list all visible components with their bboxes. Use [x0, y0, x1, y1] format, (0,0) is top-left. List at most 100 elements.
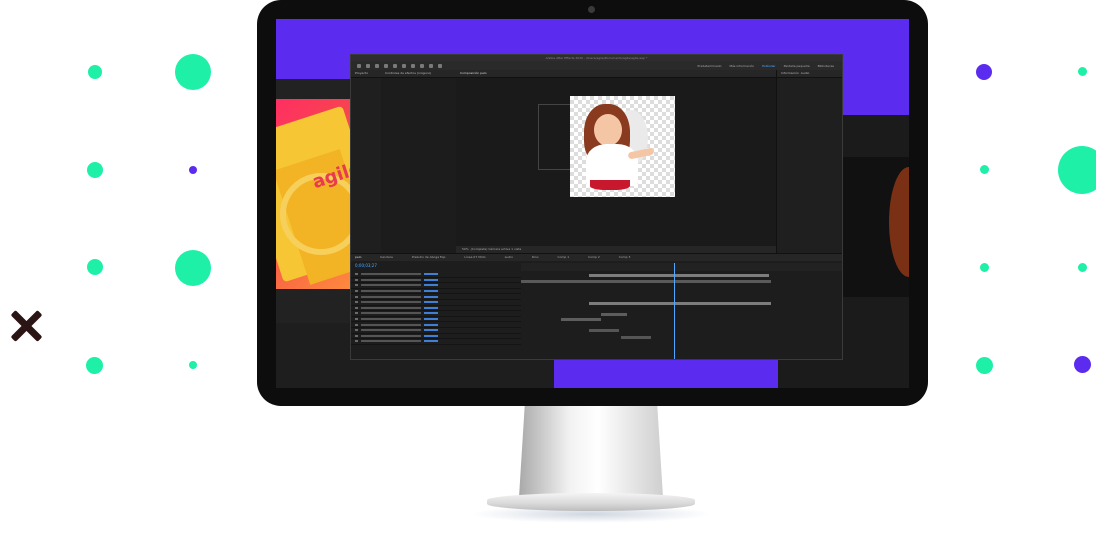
puppet-tool-icon[interactable]	[438, 63, 442, 68]
visibility-icon[interactable]	[355, 312, 358, 315]
layer-parent[interactable]: 8. Ilustración	[424, 323, 438, 326]
timeline-tab[interactable]: Comp 1	[558, 255, 570, 259]
info-tab[interactable]: Información Audio	[777, 70, 842, 78]
zoom-tool-icon[interactable]	[384, 63, 388, 68]
layer-bar[interactable]	[561, 318, 601, 322]
layer-parent[interactable]	[424, 290, 438, 293]
layer-parent[interactable]: 7. Ilustración	[424, 312, 438, 315]
layer-parent[interactable]: 0x+0,0°	[424, 318, 438, 321]
timecode[interactable]: 0;00;03;27	[355, 263, 377, 268]
purple-dot	[1074, 356, 1091, 373]
time-ruler[interactable]	[521, 263, 842, 271]
layer-bar[interactable]	[601, 313, 627, 317]
layer-name: Ilustración 32	[361, 340, 421, 343]
timeline-tab[interactable]: Rino	[532, 255, 539, 259]
project-panel: Proyecto	[351, 70, 382, 253]
rotate-tool-icon[interactable]	[393, 63, 397, 68]
layer-bar[interactable]	[589, 302, 771, 306]
timeline-tab[interactable]: bandera	[380, 255, 392, 259]
visibility-icon[interactable]	[355, 323, 358, 326]
green-dot	[976, 357, 993, 374]
timeline-tab[interactable]: Línea 07 Moto	[464, 255, 485, 259]
layer-parent[interactable]: 6. Ilustración	[424, 306, 438, 309]
layer-name: Ilustración 33	[361, 329, 421, 332]
viewer-controls: 50% (Completa) Cámara activa 1 vista	[456, 246, 782, 253]
visibility-icon[interactable]	[355, 306, 358, 309]
visibility-icon[interactable]	[355, 329, 358, 332]
layer-parent[interactable]	[424, 278, 438, 281]
pen-tool-icon[interactable]	[411, 63, 415, 68]
monitor-stand-base	[487, 493, 695, 511]
green-dot	[88, 65, 102, 79]
composition-canvas[interactable]	[570, 96, 675, 197]
purple-block	[554, 362, 680, 388]
viewer-options[interactable]: (Completa) Cámara activa 1 vista	[471, 247, 522, 251]
hand-tool-icon[interactable]	[375, 63, 379, 68]
layer-name: Fondo	[361, 273, 421, 276]
workspace-standard[interactable]: Estándar	[762, 64, 775, 68]
info-tab-label: Información	[781, 71, 799, 75]
timeline-tab[interactable]: Preludio de Aboga Esp	[412, 255, 446, 259]
composition-viewer: Composición pelo 50% (Completa) Cámara a…	[456, 70, 782, 253]
toolbar: Predeterminado Más información Estándar …	[351, 61, 842, 70]
composition-tab[interactable]: Composición pelo	[456, 70, 776, 78]
info-panel: Información Audio	[776, 70, 842, 253]
layer-parent[interactable]: 0x+10,0°	[424, 334, 438, 337]
visibility-icon[interactable]	[355, 284, 358, 287]
layer-name: Forma de onda	[361, 301, 421, 304]
right-preview-image	[841, 157, 909, 297]
layer-bar[interactable]	[589, 329, 619, 333]
visibility-icon[interactable]	[355, 295, 358, 298]
character-face	[594, 114, 622, 146]
home-icon[interactable]	[357, 63, 361, 68]
layer-bar[interactable]	[621, 336, 651, 340]
layer-parent[interactable]: 9. Ilustración	[424, 329, 438, 332]
panel-area: Proyecto Controles de efectos (ninguno) …	[351, 70, 842, 253]
timeline-layer-row[interactable]: Ilustración 32Ninguno	[351, 339, 521, 345]
layer-name: Niveles de audio	[361, 295, 421, 298]
timeline-tab[interactable]: Comp 2	[588, 255, 600, 259]
layer-parent[interactable]: Ninguno	[424, 340, 438, 343]
visibility-icon[interactable]	[355, 290, 358, 293]
playhead[interactable]	[674, 263, 675, 359]
layer-parent[interactable]: Ninguno	[424, 273, 438, 276]
text-tool-icon[interactable]	[420, 63, 424, 68]
layer-parent[interactable]: +0,00 dB	[424, 295, 438, 298]
visibility-icon[interactable]	[355, 318, 358, 321]
green-dot	[980, 263, 989, 272]
effects-controls-tab[interactable]: Controles de efectos (ninguno)	[381, 70, 456, 78]
brush-tool-icon[interactable]	[429, 63, 433, 68]
effects-controls-panel: Controles de efectos (ninguno)	[381, 70, 457, 253]
workspace-libraries[interactable]: Bibliotecas	[818, 64, 834, 68]
camera-tool-icon[interactable]	[402, 63, 406, 68]
close-x-mark	[10, 310, 42, 342]
visibility-icon[interactable]	[355, 334, 358, 337]
workspace-more-info[interactable]: Más información	[730, 64, 755, 68]
project-tab[interactable]: Proyecto	[351, 70, 381, 78]
green-dot	[87, 162, 103, 178]
layer-parent[interactable]: Restablecer	[424, 284, 438, 287]
visibility-icon[interactable]	[355, 340, 358, 343]
layer-name: Aumento de tiempo	[361, 278, 421, 281]
visibility-icon[interactable]	[355, 301, 358, 304]
timeline-tab[interactable]: pelo	[355, 255, 361, 259]
selection-tool-icon[interactable]	[366, 63, 370, 68]
timeline-tab[interactable]: Comp 3	[619, 255, 631, 259]
workspace-default[interactable]: Predeterminado	[698, 64, 722, 68]
layer-name: Ilustración 36	[361, 306, 421, 309]
layer-parent[interactable]	[424, 301, 438, 304]
timeline-tab[interactable]: audio	[505, 255, 513, 259]
layer-name: Ilustración 34	[361, 323, 421, 326]
workspace-small-screen[interactable]: Pantalla pequeña	[784, 64, 810, 68]
timeline-tabs: pelo bandera Preludio de Aboga Esp Línea…	[351, 254, 842, 261]
visibility-icon[interactable]	[355, 273, 358, 276]
visibility-icon[interactable]	[355, 278, 358, 281]
green-dot	[175, 250, 211, 286]
comp-frame-outline	[538, 104, 574, 170]
zoom-level[interactable]: 50%	[462, 247, 469, 251]
workspace-switcher: Predeterminado Más información Estándar …	[698, 64, 842, 68]
layer-bar[interactable]	[521, 280, 771, 284]
layer-bar[interactable]	[589, 274, 769, 278]
layer-tracks	[521, 272, 842, 359]
audio-tab-label[interactable]: Audio	[801, 71, 810, 75]
